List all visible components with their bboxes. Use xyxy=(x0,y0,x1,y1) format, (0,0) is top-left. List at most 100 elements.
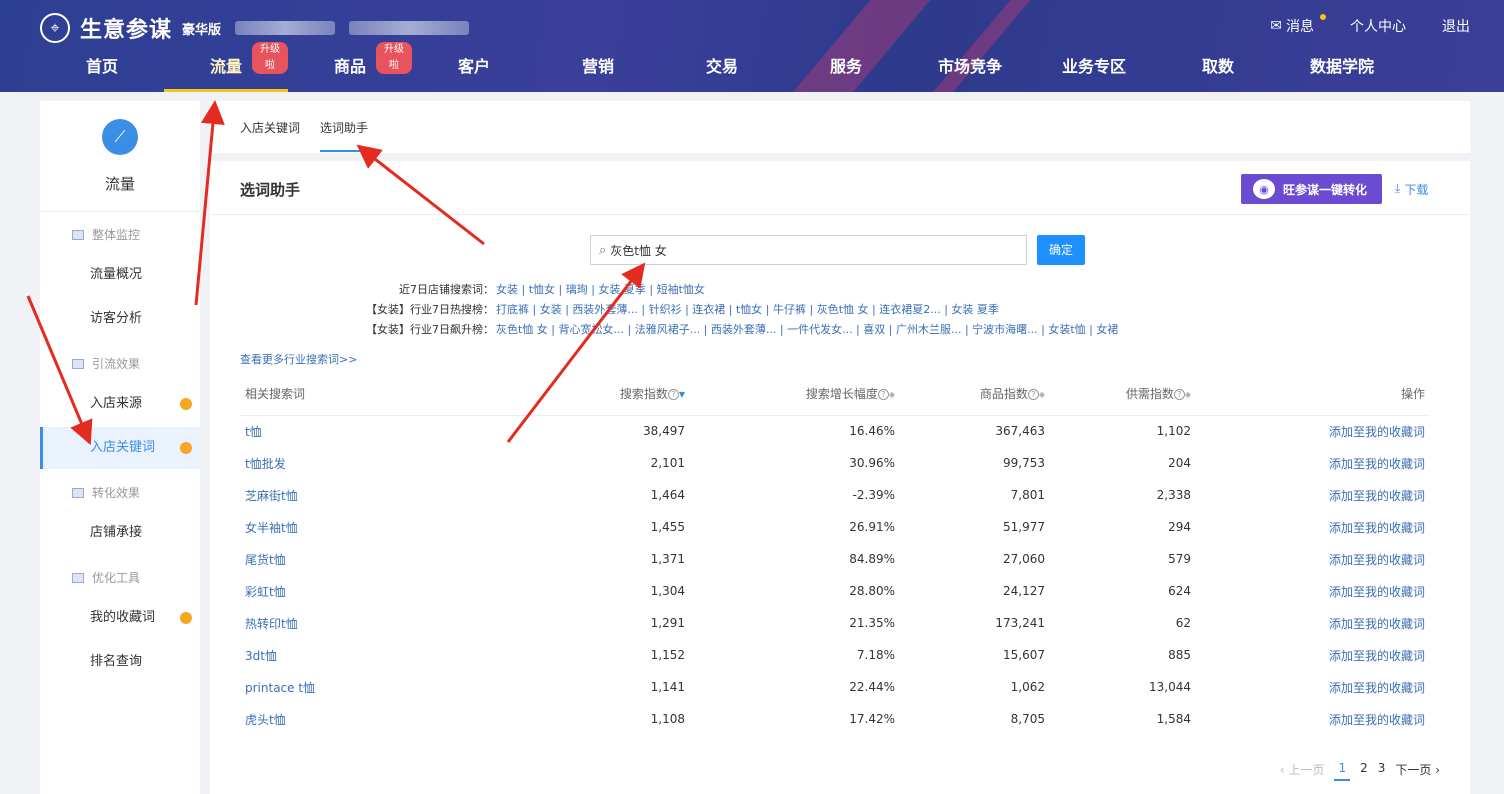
keyword-cell[interactable]: 女半袖t恤 xyxy=(245,521,298,535)
nav-academy[interactable]: 数据学院 xyxy=(1280,48,1404,92)
growth-cell: 26.91% xyxy=(849,520,895,534)
nav-goods[interactable]: 商品 升级啦 xyxy=(288,42,412,92)
robot-icon: ◉ xyxy=(1253,179,1275,199)
col-growth[interactable]: 搜索增长幅度? ◆ xyxy=(690,373,900,416)
table-row: t恤 38,497 16.46% 367,463 1,102 添加至我的收藏词 xyxy=(240,415,1430,447)
keyword-cell[interactable]: t恤 xyxy=(245,425,262,439)
search-index-cell: 1,152 xyxy=(650,648,685,662)
keyword-cell-wrap[interactable]: 尾货t恤 xyxy=(240,543,570,575)
profile-link[interactable]: 个人中心 xyxy=(1350,16,1406,36)
add-favorite-link[interactable]: 添加至我的收藏词 xyxy=(1329,713,1425,727)
keyword-cell[interactable]: 芝麻街t恤 xyxy=(245,489,298,503)
goods-index-cell: 24,127 xyxy=(1003,584,1045,598)
col-search-index[interactable]: 搜索指数? ▼ xyxy=(570,373,690,416)
keyword-cell-wrap[interactable]: 芝麻街t恤 xyxy=(240,479,570,511)
rising-search-list[interactable]: 灰色t恤 女 | 背心宽松女... | 法雅风裙子... | 西装外套薄... … xyxy=(496,321,1118,337)
add-favorite-link-wrap[interactable]: 添加至我的收藏词 xyxy=(1196,671,1430,703)
shop-search-words-row: 近7日店铺搜索词： 女装 | t恤女 | 璃珣 | 女装 夏季 | 短袖t恤女 xyxy=(210,281,1470,297)
nav-home[interactable]: 首页 xyxy=(40,48,164,92)
download-link[interactable]: ⤓ 下载 xyxy=(1395,181,1428,198)
add-favorite-link[interactable]: 添加至我的收藏词 xyxy=(1329,489,1425,503)
building-icon xyxy=(72,229,84,240)
add-favorite-link-wrap[interactable]: 添加至我的收藏词 xyxy=(1196,639,1430,671)
keyword-cell[interactable]: 彩虹t恤 xyxy=(245,585,286,599)
nav-data-fetch[interactable]: 取数 xyxy=(1156,48,1280,92)
add-favorite-link-wrap[interactable]: 添加至我的收藏词 xyxy=(1196,447,1430,479)
sidebar-item-favorite-words[interactable]: 我的收藏词 xyxy=(40,597,200,639)
search-input[interactable]: ⌕ 灰色t恤 女 xyxy=(590,235,1027,265)
add-favorite-link[interactable]: 添加至我的收藏词 xyxy=(1329,585,1425,599)
logout-link[interactable]: 退出 xyxy=(1442,16,1470,36)
nav-market[interactable]: 市场竞争 xyxy=(908,48,1032,92)
messages-link[interactable]: ✉ 消息 xyxy=(1270,14,1326,36)
keyword-cell-wrap[interactable]: 热转印t恤 xyxy=(240,607,570,639)
sidebar-group-acquisition: 引流效果 xyxy=(72,355,140,372)
add-favorite-link[interactable]: 添加至我的收藏词 xyxy=(1329,681,1425,695)
keyword-cell-wrap[interactable]: 虎头t恤 xyxy=(240,703,570,735)
sidebar: ⟋ 流量 整体监控 流量概况 访客分析 引流效果 入店来源 入店关键词 转化效果… xyxy=(40,101,200,794)
keyword-cell-wrap[interactable]: printace t恤 xyxy=(240,671,570,703)
tab-entry-keywords[interactable]: 入店关键词 xyxy=(240,119,300,150)
nav-traffic[interactable]: 流量 升级啦 xyxy=(164,42,288,92)
notice-dot xyxy=(180,612,192,624)
wang-convert-button[interactable]: ◉ 旺参谋一键转化 xyxy=(1241,174,1382,204)
col-keyword: 相关搜索词 xyxy=(240,373,570,416)
sidebar-item-visitor-analysis[interactable]: 访客分析 xyxy=(40,298,200,340)
sidebar-item-rank-query[interactable]: 排名查询 xyxy=(40,641,200,683)
supply-index-cell: 624 xyxy=(1168,584,1191,598)
nav-service[interactable]: 服务 xyxy=(784,48,908,92)
nav-marketing[interactable]: 营销 xyxy=(536,48,660,92)
sort-desc-icon: ▼ xyxy=(678,390,685,400)
search-value: 灰色t恤 女 xyxy=(610,243,667,258)
next-page-button[interactable]: 下一页 › xyxy=(1395,761,1440,781)
sidebar-item-traffic-overview[interactable]: 流量概况 xyxy=(40,254,200,296)
add-favorite-link[interactable]: 添加至我的收藏词 xyxy=(1329,553,1425,567)
keyword-cell-wrap[interactable]: 3dt恤 xyxy=(240,639,570,671)
page-2[interactable]: 2 xyxy=(1360,761,1368,781)
add-favorite-link[interactable]: 添加至我的收藏词 xyxy=(1329,649,1425,663)
add-favorite-link-wrap[interactable]: 添加至我的收藏词 xyxy=(1196,479,1430,511)
keyword-cell[interactable]: 虎头t恤 xyxy=(245,713,286,727)
keyword-cell[interactable]: 热转印t恤 xyxy=(245,617,298,631)
keyword-cell-wrap[interactable]: t恤 xyxy=(240,415,570,447)
more-industry-words-link[interactable]: 查看更多行业搜索词>> xyxy=(240,351,357,367)
keyword-cell-wrap[interactable]: t恤批发 xyxy=(240,447,570,479)
nav-trade[interactable]: 交易 xyxy=(660,48,784,92)
nav-business[interactable]: 业务专区 xyxy=(1032,48,1156,92)
growth-cell: -2.39% xyxy=(852,488,895,502)
keyword-cell-wrap[interactable]: 彩虹t恤 xyxy=(240,575,570,607)
logo[interactable]: ⌖ 生意参谋 豪华版 xyxy=(40,12,470,44)
sidebar-item-store-landing[interactable]: 店铺承接 xyxy=(40,512,200,554)
rising-search-label: 【女装】行业7日飙升榜： xyxy=(366,323,494,336)
tab-word-assistant[interactable]: 选词助手 xyxy=(320,119,369,152)
hot-search-list[interactable]: 打底裤 | 女装 | 西装外套薄... | 针织衫 | 连衣裙 | t恤女 | … xyxy=(496,301,999,317)
nav-customer[interactable]: 客户 xyxy=(412,48,536,92)
sidebar-title: 流量 xyxy=(104,175,135,193)
keyword-cell-wrap[interactable]: 女半袖t恤 xyxy=(240,511,570,543)
shop-search-words-list[interactable]: 女装 | t恤女 | 璃珣 | 女装 夏季 | 短袖t恤女 xyxy=(496,281,705,297)
confirm-button[interactable]: 确定 xyxy=(1037,235,1085,265)
keyword-cell[interactable]: 尾货t恤 xyxy=(245,553,286,567)
col-supply-index[interactable]: 供需指数? ◆ xyxy=(1050,373,1196,416)
add-favorite-link[interactable]: 添加至我的收藏词 xyxy=(1329,457,1425,471)
add-favorite-link-wrap[interactable]: 添加至我的收藏词 xyxy=(1196,511,1430,543)
sidebar-item-entry-keywords[interactable]: 入店关键词 xyxy=(40,427,200,469)
add-favorite-link-wrap[interactable]: 添加至我的收藏词 xyxy=(1196,575,1430,607)
upgrade-badge: 升级啦 xyxy=(376,42,412,74)
prev-page-button[interactable]: ‹ 上一页 xyxy=(1280,761,1325,781)
add-favorite-link[interactable]: 添加至我的收藏词 xyxy=(1329,521,1425,535)
add-favorite-link[interactable]: 添加至我的收藏词 xyxy=(1329,425,1425,439)
add-favorite-link-wrap[interactable]: 添加至我的收藏词 xyxy=(1196,703,1430,735)
page-1[interactable]: 1 xyxy=(1334,761,1351,781)
add-favorite-link-wrap[interactable]: 添加至我的收藏词 xyxy=(1196,415,1430,447)
goods-index-cell: 8,705 xyxy=(1010,712,1045,726)
keyword-cell[interactable]: 3dt恤 xyxy=(245,649,277,663)
add-favorite-link[interactable]: 添加至我的收藏词 xyxy=(1329,617,1425,631)
keyword-cell[interactable]: t恤批发 xyxy=(245,457,286,471)
sidebar-item-entry-source[interactable]: 入店来源 xyxy=(40,383,200,425)
col-goods-index[interactable]: 商品指数? ◆ xyxy=(900,373,1050,416)
page-3[interactable]: 3 xyxy=(1378,761,1386,781)
add-favorite-link-wrap[interactable]: 添加至我的收藏词 xyxy=(1196,607,1430,639)
keyword-cell[interactable]: printace t恤 xyxy=(245,681,315,695)
add-favorite-link-wrap[interactable]: 添加至我的收藏词 xyxy=(1196,543,1430,575)
